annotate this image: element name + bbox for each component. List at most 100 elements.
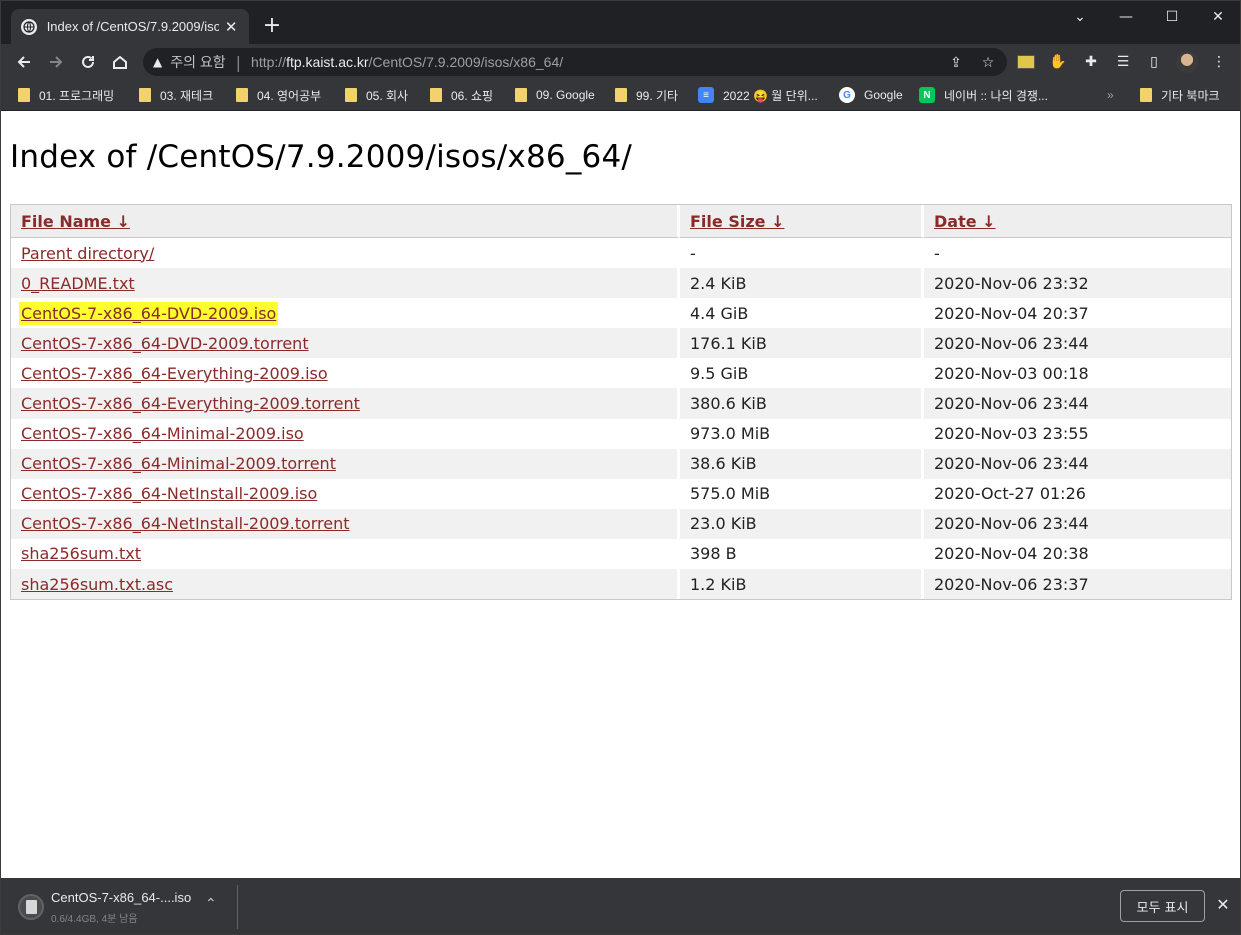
active-tab[interactable]: Index of /CentOS/7.9.2009/isos/ ✕: [11, 9, 249, 44]
google-docs-icon: ≡: [698, 87, 714, 103]
home-icon: [113, 55, 127, 69]
back-button[interactable]: [12, 50, 36, 74]
file-link[interactable]: Parent directory/: [21, 244, 154, 263]
folder-icon: [1140, 88, 1152, 102]
profile-avatar[interactable]: [1176, 51, 1198, 73]
kebab-menu-icon[interactable]: ⋮: [1209, 52, 1229, 72]
url-text[interactable]: http://ftp.kaist.ac.kr/CentOS/7.9.2009/i…: [251, 54, 563, 70]
table-row: CentOS-7-x86_64-NetInstall-2009.torrent …: [11, 508, 1231, 539]
bookmark-folder[interactable]: 05. 회사: [345, 85, 408, 105]
file-size-cell: 2.4 KiB: [680, 268, 924, 299]
bookmark-link[interactable]: N 네이버 :: 나의 경쟁...: [919, 85, 1048, 105]
tab-close-icon[interactable]: ✕: [223, 18, 239, 36]
download-shelf: CentOS-7-x86_64-....iso 0.6/4.4GB, 4분 남음…: [1, 878, 1240, 934]
shelf-divider: [237, 885, 238, 929]
bookmark-folder[interactable]: 99. 기타: [615, 85, 678, 105]
bookmarks-overflow-icon[interactable]: »: [1107, 85, 1114, 105]
bookmark-label: 네이버 :: 나의 경쟁...: [944, 88, 1048, 103]
file-link[interactable]: CentOS-7-x86_64-Everything-2009.torrent: [21, 394, 360, 413]
maximize-button[interactable]: ☐: [1149, 1, 1195, 33]
column-header-size: File Size ↓: [680, 205, 924, 238]
bookmark-link[interactable]: G Google: [839, 85, 903, 105]
file-size-cell: 575.0 MiB: [680, 478, 924, 509]
bookmark-folder[interactable]: 06. 쇼핑: [430, 85, 493, 105]
file-link[interactable]: CentOS-7-x86_64-Minimal-2009.iso: [21, 424, 304, 443]
close-shelf-icon[interactable]: ✕: [1213, 895, 1233, 914]
warning-triangle-icon[interactable]: ▲: [153, 55, 162, 69]
close-window-button[interactable]: ✕: [1195, 1, 1240, 33]
sort-by-date-link[interactable]: Date ↓: [934, 212, 996, 231]
folder-icon: [515, 88, 527, 102]
file-link[interactable]: CentOS-7-x86_64-Minimal-2009.torrent: [21, 454, 336, 473]
table-row: CentOS-7-x86_64-NetInstall-2009.iso 575.…: [11, 478, 1231, 509]
file-size-cell: 1.2 KiB: [680, 569, 924, 600]
file-name-cell: CentOS-7-x86_64-NetInstall-2009.iso: [11, 478, 680, 509]
home-button[interactable]: [108, 50, 132, 74]
file-link[interactable]: sha256sum.txt.asc: [21, 575, 173, 594]
security-label[interactable]: 주의 요함: [170, 52, 225, 72]
bookmark-folder[interactable]: 03. 재테크: [139, 85, 213, 105]
bookmark-label: 03. 재테크: [160, 88, 214, 103]
minimize-button[interactable]: —: [1103, 1, 1149, 33]
sort-by-name-link[interactable]: File Name ↓: [21, 212, 130, 231]
extensions-puzzle-icon[interactable]: ✚: [1081, 52, 1101, 72]
bookmark-label: 99. 기타: [636, 88, 679, 103]
column-header-name: File Name ↓: [11, 205, 680, 238]
file-link[interactable]: CentOS-7-x86_64-NetInstall-2009.iso: [21, 484, 317, 503]
browser-toolbar: ▲ 주의 요함 | http://ftp.kaist.ac.kr/CentOS/…: [1, 44, 1240, 80]
file-date-cell: 2020-Nov-06 23:44: [924, 388, 1231, 419]
bookmarks-bar: 01. 프로그래밍 03. 재테크 04. 영어공부 05. 회사 06. 쇼핑…: [1, 80, 1240, 111]
file-link[interactable]: CentOS-7-x86_64-Everything-2009.iso: [21, 364, 328, 383]
forward-button[interactable]: [44, 50, 68, 74]
highlighted-file-link[interactable]: CentOS-7-x86_64-DVD-2009.iso: [21, 303, 277, 323]
reload-button[interactable]: [76, 50, 100, 74]
disabled-extension-icon[interactable]: ✋: [1048, 52, 1068, 72]
table-row: 0_README.txt 2.4 KiB 2020-Nov-06 23:32: [11, 268, 1231, 299]
file-date-cell: 2020-Nov-03 23:55: [934, 424, 1089, 444]
table-row: sha256sum.txt 398 B 2020-Nov-04 20:38: [11, 538, 1231, 570]
bookmark-folder[interactable]: 01. 프로그래밍: [18, 85, 114, 105]
file-name-cell: sha256sum.txt: [11, 538, 680, 570]
file-date-cell: 2020-Nov-03 00:18: [934, 363, 1089, 383]
share-icon[interactable]: ⇪: [947, 54, 965, 72]
file-link[interactable]: sha256sum.txt: [21, 544, 141, 563]
table-row: CentOS-7-x86_64-Everything-2009.iso 9.5 …: [11, 358, 1231, 389]
file-link[interactable]: CentOS-7-x86_64-DVD-2009.torrent: [21, 334, 309, 353]
tab-title: Index of /CentOS/7.9.2009/isos/: [46, 19, 220, 34]
file-name-cell: sha256sum.txt.asc: [11, 569, 680, 600]
address-bar[interactable]: ▲ 주의 요함 | http://ftp.kaist.ac.kr/CentOS/…: [143, 48, 1007, 76]
bookmark-link[interactable]: ≡ 2022 😝 월 단위...: [698, 85, 818, 105]
file-size-cell: 380.6 KiB: [680, 388, 924, 419]
show-all-button[interactable]: 모두 표시: [1120, 890, 1205, 922]
tab-search-icon[interactable]: ⌄: [1057, 1, 1103, 33]
file-size-cell: 973.0 MiB: [680, 418, 924, 449]
file-date-cell: 2020-Nov-06 23:32: [924, 268, 1231, 299]
globe-icon: [21, 18, 37, 35]
omnibox-divider: |: [235, 52, 242, 72]
side-panel-icon[interactable]: ▯: [1144, 52, 1164, 72]
media-control-icon[interactable]: ☰: [1113, 52, 1133, 72]
folder-icon: [430, 88, 442, 102]
bookmark-folder[interactable]: 09. Google: [515, 85, 595, 105]
bookmark-star-icon[interactable]: ☆: [979, 54, 997, 72]
file-size-cell: 176.1 KiB: [680, 328, 924, 359]
file-size-cell: 23.0 KiB: [680, 508, 924, 539]
file-name-cell: CentOS-7-x86_64-DVD-2009.torrent: [11, 328, 680, 359]
table-row: sha256sum.txt.asc 1.2 KiB 2020-Nov-06 23…: [11, 569, 1231, 600]
file-icon: [25, 900, 37, 914]
download-progress-icon[interactable]: [18, 894, 44, 920]
file-link[interactable]: CentOS-7-x86_64-NetInstall-2009.torrent: [21, 514, 350, 533]
file-name-cell: CentOS-7-x86_64-Everything-2009.torrent: [11, 388, 680, 419]
bookmark-label: 05. 회사: [366, 88, 409, 103]
google-icon: G: [839, 87, 855, 103]
file-link[interactable]: 0_README.txt: [21, 274, 135, 293]
bookmark-folder[interactable]: 04. 영어공부: [236, 85, 321, 105]
table-header-row: File Name ↓ File Size ↓ Date ↓: [11, 205, 1231, 238]
file-date-cell: 2020-Nov-06 23:44: [924, 328, 1231, 359]
extension-icon[interactable]: [1016, 52, 1036, 72]
chevron-up-icon[interactable]: ⌃: [205, 896, 217, 912]
new-tab-button[interactable]: +: [261, 15, 283, 37]
sort-by-size-link[interactable]: File Size ↓: [690, 212, 784, 231]
download-filename[interactable]: CentOS-7-x86_64-....iso: [51, 890, 191, 905]
other-bookmarks-folder[interactable]: 기타 북마크: [1140, 85, 1220, 105]
